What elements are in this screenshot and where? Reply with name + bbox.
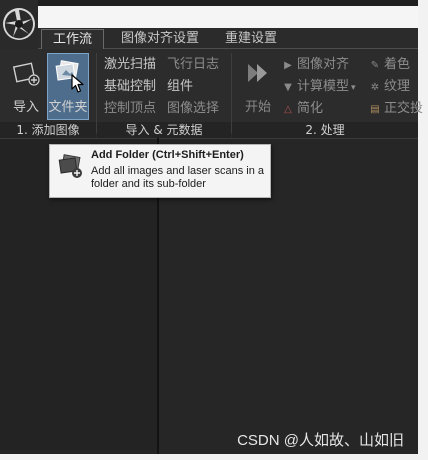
chevron-down-icon: ▾ <box>351 83 356 93</box>
group-import-metadata: 激光扫描 飞行日志 基础控制 组件 控制顶点 图像选择 导入 & 元数据 <box>97 49 231 138</box>
brush-icon: ✎ <box>370 60 380 71</box>
aperture-logo-icon <box>3 8 35 40</box>
folder-images-icon <box>58 154 84 183</box>
tab-alignment-settings[interactable]: 图像对齐设置 <box>114 29 206 49</box>
texture-button[interactable]: ✲ 纹理 <box>369 77 410 97</box>
align-icon: ▶ <box>284 60 292 71</box>
tab-reconstruction-settings[interactable]: 重建设置 <box>218 29 284 49</box>
add-folder-tooltip: Add Folder (Ctrl+Shift+Enter) Add all im… <box>49 144 271 198</box>
start-button[interactable]: 开始 <box>238 53 278 119</box>
ortho-icon: ▤ <box>370 104 380 115</box>
import-icon <box>12 59 40 91</box>
import-label: 导入 <box>12 100 39 115</box>
ribbon: 导入 文件夹 1. 添加图像 激光扫描 飞行日志 基础控制 组件 控制顶点 图像… <box>0 49 423 138</box>
control-points-button[interactable]: 控制顶点 <box>104 99 156 119</box>
ribbon-tab-bar: 工作流 图像对齐设置 重建设置 <box>38 28 418 49</box>
group-label-process: 2. 处理 <box>232 122 418 138</box>
ground-control-button[interactable]: 基础控制 <box>104 77 156 97</box>
tab-workflow[interactable]: 工作流 <box>41 29 104 49</box>
folder-label: 文件夹 <box>48 100 88 115</box>
group-label-add-images: 1. 添加图像 <box>0 122 96 138</box>
start-label: 开始 <box>244 100 271 115</box>
group-label-import-metadata: 导入 & 元数据 <box>97 122 231 138</box>
group-process: 开始 ▶ 图像对齐 ▼ 计算模型 ▾ △ 简化 ✎ 着色 ✲ 纹理 ▤ 正交投 2. 处理 <box>232 49 423 138</box>
watermark-text: CSDN @人如故、山如旧 <box>237 432 404 449</box>
mouse-cursor-icon <box>71 74 85 97</box>
laser-scan-button[interactable]: 激光扫描 <box>104 55 156 75</box>
app-logo[interactable] <box>0 0 38 49</box>
texture-icon: ✲ <box>370 82 380 93</box>
image-selection-button[interactable]: 图像选择 <box>167 99 219 119</box>
colorize-button[interactable]: ✎ 着色 <box>369 55 410 75</box>
simplify-button[interactable]: △ 简化 <box>282 99 323 119</box>
tooltip-description: Add all images and laser scans in a fold… <box>91 165 265 190</box>
ortho-projection-button[interactable]: ▤ 正交投 <box>369 99 423 119</box>
import-button[interactable]: 导入 <box>6 53 46 119</box>
flight-log-button[interactable]: 飞行日志 <box>167 55 219 75</box>
calculate-model-button[interactable]: ▼ 计算模型 ▾ <box>282 77 356 97</box>
align-images-button[interactable]: ▶ 图像对齐 <box>282 55 349 75</box>
triangle-icon: △ <box>284 104 292 115</box>
tooltip-title: Add Folder (Ctrl+Shift+Enter) <box>91 149 244 161</box>
component-button[interactable]: 组件 <box>167 77 193 97</box>
play-forward-icon <box>244 59 272 91</box>
title-strip <box>38 6 418 28</box>
app-window: 工作流 图像对齐设置 重建设置 导入 文件夹 1. 添加图像 激光扫描 飞行日志… <box>0 0 428 460</box>
model-icon: ▼ <box>284 82 292 93</box>
